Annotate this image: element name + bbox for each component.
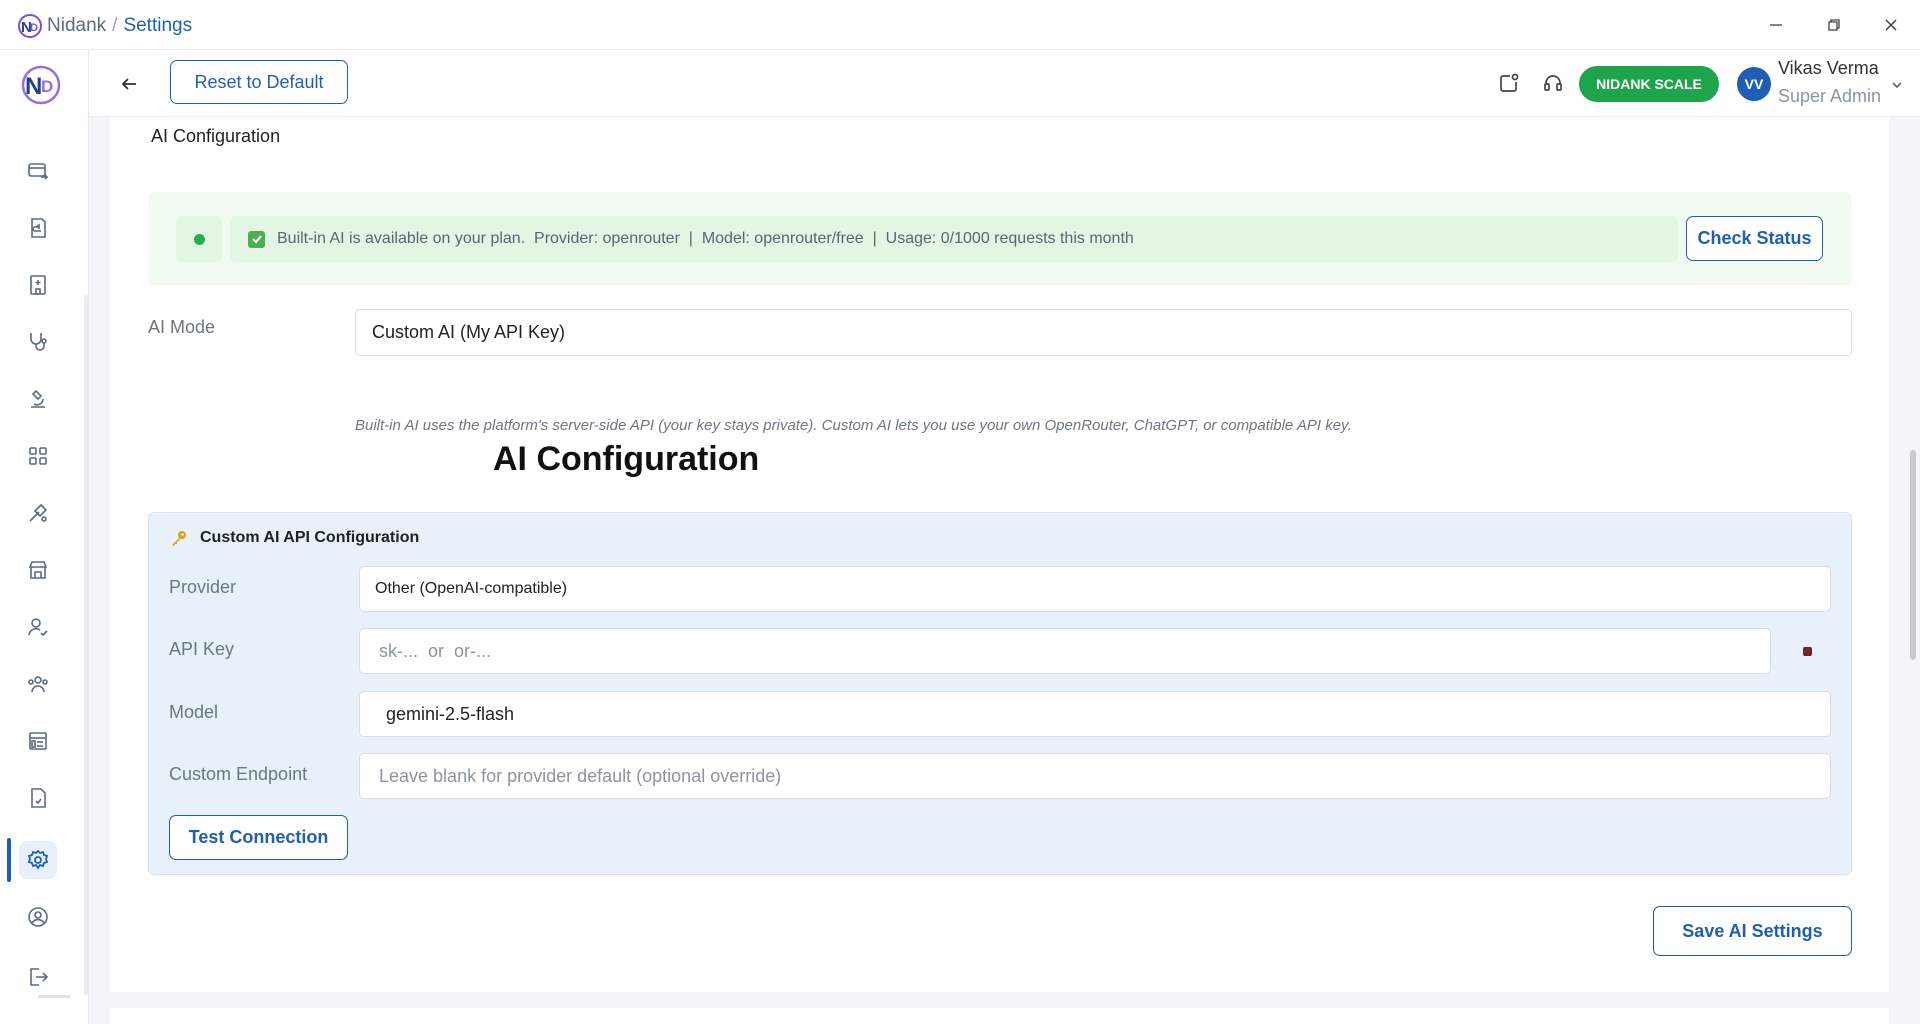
avatar[interactable]: VV <box>1737 67 1771 101</box>
settings-icon <box>27 849 49 870</box>
sidebar-item-settings[interactable] <box>19 841 57 879</box>
model-label: Model <box>169 702 219 722</box>
chevron-down-icon[interactable] <box>1889 77 1905 93</box>
check-status-button[interactable]: Check Status <box>1686 216 1823 261</box>
provider-select[interactable]: Other (OpenAI-compatible) <box>359 566 1831 612</box>
sidebar-item-profile[interactable] <box>19 898 57 936</box>
tools-icon <box>29 503 48 522</box>
sidebar-item-logout[interactable] <box>19 958 57 996</box>
ai-mode-help-text: Built-in AI uses the platform's server-s… <box>355 417 1352 434</box>
sidebar-item-stethoscope[interactable] <box>19 323 57 361</box>
document-icon <box>31 788 46 808</box>
ai-configuration-heading: AI Configuration <box>493 440 760 478</box>
sidebar-item-billing[interactable] <box>19 152 57 190</box>
sidebar-item-user-check[interactable] <box>19 608 57 646</box>
restore-icon[interactable] <box>1822 13 1846 37</box>
ai-status-banner: Built-in AI is available on your plan. P… <box>230 216 1678 262</box>
building-icon <box>30 275 46 295</box>
sidebar-item-users[interactable] <box>19 665 57 703</box>
profile-icon <box>28 907 48 927</box>
custom-ai-panel-header: Custom AI API Configuration <box>170 529 419 547</box>
window-titlebar: N D Nidank / Settings <box>0 0 1920 50</box>
breadcrumb-app[interactable]: Nidank <box>47 15 106 36</box>
svg-text:D: D <box>41 77 53 96</box>
brand-logo-icon[interactable]: N D <box>20 64 62 106</box>
headset-icon[interactable] <box>1540 70 1566 96</box>
store-icon <box>28 561 48 579</box>
next-card <box>110 1008 1889 1024</box>
status-indicator <box>176 216 222 262</box>
breadcrumb-page: Settings <box>123 15 193 36</box>
model-value: gemini-2.5-flash <box>381 703 515 724</box>
show-key-icon[interactable] <box>1803 647 1812 656</box>
minimize-icon[interactable] <box>1764 13 1788 37</box>
sidebar-item-store[interactable] <box>19 551 57 589</box>
app-logo-icon: N D <box>17 13 43 39</box>
test-connection-button[interactable]: Test Connection <box>169 815 348 860</box>
ai-status-text: Built-in AI is available on your plan. P… <box>277 230 1134 247</box>
ai-mode-select[interactable]: Custom AI (My API Key) <box>355 309 1852 356</box>
sidebar-item-grid[interactable] <box>19 437 57 475</box>
grid-icon <box>29 447 47 465</box>
custom-ai-panel-title: Custom AI API Configuration <box>200 529 420 546</box>
sidebar-item-microscope[interactable] <box>19 380 57 418</box>
top-header: Reset to Default NIDANK SCALE VV Vikas V… <box>89 50 1920 117</box>
check-icon <box>248 230 265 248</box>
api-key-input[interactable] <box>377 639 1770 663</box>
user-check-icon <box>28 618 48 637</box>
logout-icon <box>30 968 49 986</box>
provider-value: Other (OpenAI-compatible) <box>375 580 568 597</box>
status-dot <box>193 233 205 245</box>
ai-mode-value: Custom AI (My API Key) <box>372 322 566 342</box>
sidebar-item-list[interactable] <box>19 722 57 760</box>
breadcrumb: Nidank / Settings <box>47 14 192 38</box>
microscope-icon <box>31 389 45 408</box>
api-key-label: API Key <box>169 639 235 659</box>
sidebar-item-document[interactable] <box>19 779 57 817</box>
svg-text:N: N <box>25 73 42 100</box>
stethoscope-icon <box>30 333 47 351</box>
list-icon <box>29 732 47 750</box>
svg-text:D: D <box>30 22 38 34</box>
ai-mode-label: AI Mode <box>148 317 216 337</box>
user-name[interactable]: Vikas Verma <box>1778 58 1879 79</box>
key-icon <box>170 529 188 547</box>
billing-icon <box>28 163 49 180</box>
sidebar-item-returns[interactable] <box>19 209 57 247</box>
notification-icon[interactable] <box>1496 70 1522 96</box>
user-role: Super Admin <box>1778 86 1882 106</box>
close-icon[interactable] <box>1879 13 1903 37</box>
save-ai-settings-button[interactable]: Save AI Settings <box>1653 906 1852 956</box>
breadcrumb-separator: / <box>112 15 118 36</box>
reset-to-default-button[interactable]: Reset to Default <box>170 60 348 104</box>
back-arrow-icon[interactable] <box>117 72 141 96</box>
section-title: AI Configuration <box>151 126 281 146</box>
sidebar-item-tools[interactable] <box>19 494 57 532</box>
plan-badge[interactable]: NIDANK SCALE <box>1579 66 1719 102</box>
users-icon <box>28 676 48 693</box>
custom-endpoint-field[interactable] <box>359 753 1831 799</box>
sidebar-active-indicator <box>7 838 11 882</box>
returns-icon <box>31 218 46 238</box>
custom-endpoint-input[interactable] <box>377 764 1830 788</box>
custom-endpoint-label: Custom Endpoint <box>169 764 308 784</box>
page-scrollbar[interactable] <box>1910 450 1916 660</box>
provider-label: Provider <box>169 577 237 597</box>
model-field[interactable]: gemini-2.5-flash <box>359 691 1831 737</box>
sidebar-item-building[interactable] <box>19 266 57 304</box>
api-key-field[interactable] <box>359 628 1771 674</box>
sidebar-scrollbar[interactable] <box>84 295 88 995</box>
